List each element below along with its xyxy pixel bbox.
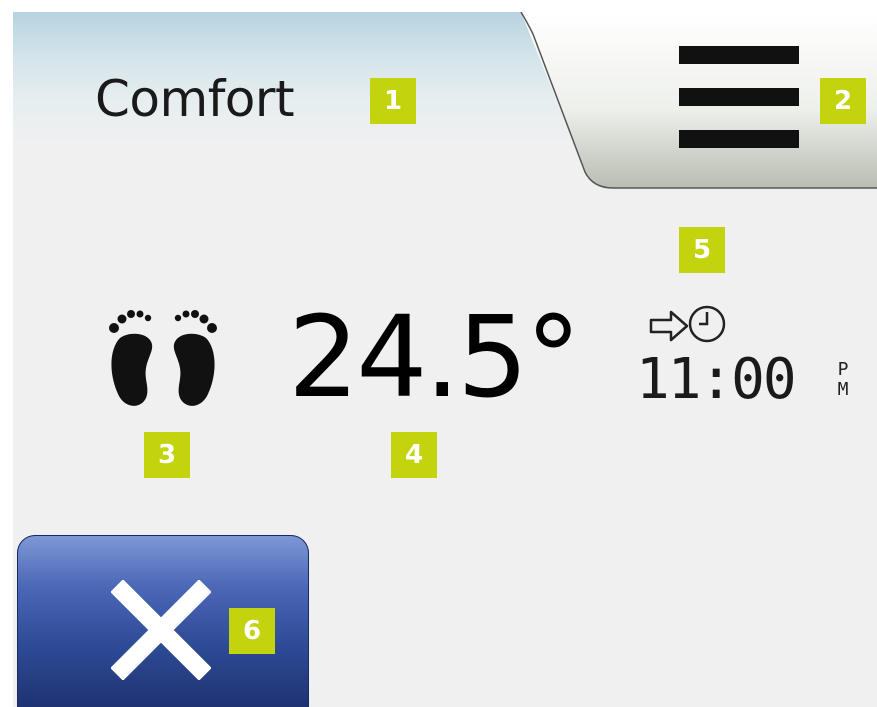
temperature-display: 24.5° <box>288 293 581 423</box>
arrow-clock-icon <box>649 305 726 343</box>
ampm-indicator: P M <box>833 360 853 400</box>
menu-icon[interactable] <box>677 44 803 152</box>
feet-icon <box>109 310 217 406</box>
next-change-time: 11:00 <box>636 347 797 412</box>
ampm-top: P <box>837 359 849 380</box>
mode-title: Comfort <box>95 70 295 128</box>
badge-6: 6 <box>229 608 275 654</box>
badge-3: 3 <box>144 432 190 478</box>
badge-1: 1 <box>370 78 416 124</box>
badge-5: 5 <box>679 227 725 273</box>
thermostat-screen: Comfort 1 2 3 24.5° 4 5 11:00 P M 6 <box>13 12 877 707</box>
ampm-bottom: M <box>837 379 849 400</box>
badge-4: 4 <box>391 432 437 478</box>
close-icon[interactable] <box>111 580 211 680</box>
badge-2: 2 <box>820 78 866 124</box>
